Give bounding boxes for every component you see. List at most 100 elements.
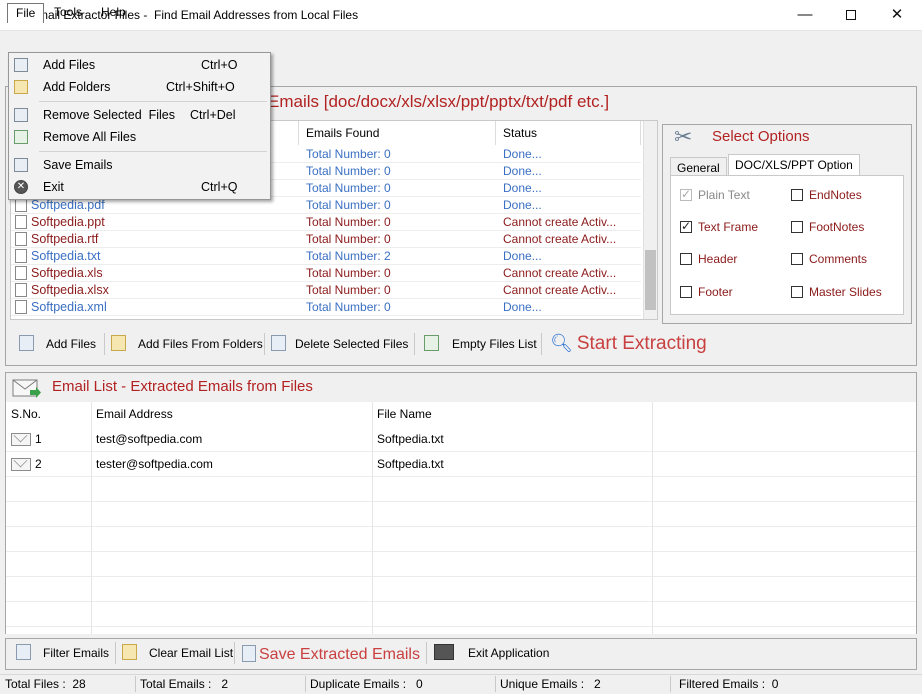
empty-files-list-button[interactable]: Empty Files List (424, 333, 537, 355)
menu-item-label: Remove All Files (43, 130, 137, 144)
checkbox-label: EndNotes (809, 188, 862, 202)
status-cell: Done... (503, 198, 542, 212)
checkbox-footnotes[interactable]: FootNotes (791, 220, 864, 236)
status-cell: Done... (503, 147, 542, 161)
status-separator (305, 676, 306, 692)
button-label: Delete Selected Files (295, 337, 409, 351)
file-type-icon (15, 232, 27, 246)
checkbox-box[interactable] (680, 219, 692, 233)
checkbox-plain-text[interactable]: Plain Text (680, 187, 750, 204)
file-row[interactable]: Softpedia.xls Total Number: 0 Cannot creat… (11, 265, 641, 282)
email-sno-cell: 1 (35, 432, 42, 446)
email-table[interactable]: S.No. Email Address File Name 1 test@soft… (6, 402, 916, 652)
status-cell: Cannot create Activ... (503, 283, 617, 297)
file-row[interactable]: Softpedia.xlsx Total Number: 0 Cannot crea… (11, 282, 641, 299)
tab-doc-xls-ppt[interactable]: DOC/XLS/PPT Option (728, 154, 860, 176)
add-files-button[interactable]: Add Files (19, 333, 96, 355)
minimize-button[interactable]: — (782, 0, 828, 31)
status-unique-emails: Unique Emails : 2 (500, 677, 601, 691)
checkbox-box[interactable] (791, 221, 803, 233)
emails-found-cell: Total Number: 0 (306, 232, 391, 246)
menu-tools[interactable]: Tools (46, 3, 90, 22)
menu-item-add-files[interactable]: Add Files Ctrl+O (9, 54, 270, 76)
recycle-icon (424, 335, 439, 351)
start-extracting-button[interactable]: 🔍︎ Start Extracting (550, 333, 707, 355)
save-emails-icon (14, 158, 28, 172)
checkbox-box[interactable] (680, 286, 692, 298)
empty-row (6, 552, 916, 577)
file-row[interactable]: Softpedia.ppt Total Number: 0 Cannot creat… (11, 214, 641, 231)
col-header-sno[interactable]: S.No. (6, 402, 91, 427)
file-type-icon (15, 215, 27, 229)
menu-item-shortcut: Ctrl+Shift+O (166, 80, 235, 94)
envelope-icon (11, 458, 31, 471)
checkbox-comments[interactable]: Comments (791, 252, 867, 268)
col-header-file-name[interactable]: File Name (372, 402, 652, 427)
maximize-button[interactable] (828, 0, 874, 31)
menu-help[interactable]: Help (93, 3, 134, 22)
clear-email-list-button[interactable]: Clear Email List (122, 642, 233, 664)
menu-item-label: Remove Selected Files (43, 108, 176, 122)
file-row[interactable]: Softpedia.xml Total Number: 0 Done... (11, 299, 641, 316)
toolbar-separator (264, 333, 265, 355)
checkbox-label: Text Frame (698, 220, 759, 234)
checkbox-box[interactable] (680, 187, 692, 201)
emails-found-cell: Total Number: 0 (306, 266, 391, 280)
file-type-icon (15, 283, 27, 297)
file-type-icon (15, 300, 27, 314)
button-label: Filter Emails (43, 646, 110, 660)
menu-item-remove-all[interactable]: Remove All Files (9, 126, 270, 148)
button-label: Start Extracting (576, 333, 707, 354)
empty-row (6, 502, 916, 527)
emails-found-cell: Total Number: 0 (306, 198, 391, 212)
col-header-email-address[interactable]: Email Address (91, 402, 372, 427)
col-header-emails-found[interactable]: Emails Found (299, 121, 496, 145)
checkbox-master-slides[interactable]: Master Slides (791, 285, 882, 301)
checkbox-endnotes[interactable]: EndNotes (791, 188, 862, 204)
menu-item-save-emails[interactable]: Save Emails (9, 154, 270, 176)
delete-selected-files-button[interactable]: Delete Selected Files (271, 333, 408, 355)
empty-row (6, 477, 916, 502)
toolbar-separator (541, 333, 542, 355)
file-type-icon (15, 198, 27, 212)
checkbox-text-frame[interactable]: Text Frame (680, 219, 759, 236)
save-extracted-emails-button[interactable]: Save Extracted Emails (242, 645, 420, 664)
delete-file-icon (271, 335, 286, 351)
menu-item-exit[interactable]: ✕ Exit Ctrl+Q (9, 176, 270, 198)
remove-all-icon (14, 130, 28, 144)
menu-item-add-folders[interactable]: Add Folders Ctrl+Shift+O (9, 76, 270, 98)
checkbox-box[interactable] (791, 189, 803, 201)
status-filtered-emails: Filtered Emails : 0 (679, 677, 779, 691)
close-button[interactable]: ✕ (874, 0, 920, 31)
add-files-from-folders-button[interactable]: Add Files From Folders (111, 333, 263, 355)
toolbar-separator (414, 333, 415, 355)
checkbox-footer[interactable]: Footer (680, 285, 733, 301)
status-total-files: Total Files : 28 (5, 677, 86, 691)
checkbox-label: FootNotes (809, 220, 865, 234)
files-scroll-thumb[interactable] (645, 250, 656, 310)
checkbox-box[interactable] (680, 253, 692, 265)
menu-file[interactable]: File (7, 3, 45, 23)
checkbox-label: Master Slides (809, 285, 882, 299)
file-type-icon (15, 249, 27, 263)
empty-row (6, 527, 916, 552)
menu-separator (39, 151, 267, 152)
checkbox-header[interactable]: Header (680, 252, 737, 268)
checkbox-box[interactable] (791, 253, 803, 265)
filter-emails-button[interactable]: Filter Emails (16, 642, 109, 664)
email-row[interactable]: 2 tester@softpedia.com Softpedia.txt (6, 452, 916, 477)
checkbox-box[interactable] (791, 286, 803, 298)
exit-application-button[interactable]: Exit Application (434, 642, 549, 664)
email-row[interactable]: 1 test@softpedia.com Softpedia.txt (6, 427, 916, 452)
save-file-icon (242, 645, 256, 662)
toolbar-separator (115, 642, 116, 664)
tools-icon: ✂ (674, 124, 693, 149)
menu-separator (39, 101, 267, 102)
file-row[interactable]: Softpedia.txt Total Number: 2 Done... (11, 248, 641, 265)
email-list-header: Email List - Extracted Emails from Files (52, 378, 313, 395)
email-file-cell: Softpedia.txt (377, 457, 444, 471)
file-row[interactable]: Softpedia.rtf Total Number: 0 Cannot creat… (11, 231, 641, 248)
tab-general[interactable]: General (670, 157, 727, 176)
col-header-status[interactable]: Status (496, 121, 641, 145)
menu-item-remove-selected[interactable]: Remove Selected Files Ctrl+Del (9, 104, 270, 126)
